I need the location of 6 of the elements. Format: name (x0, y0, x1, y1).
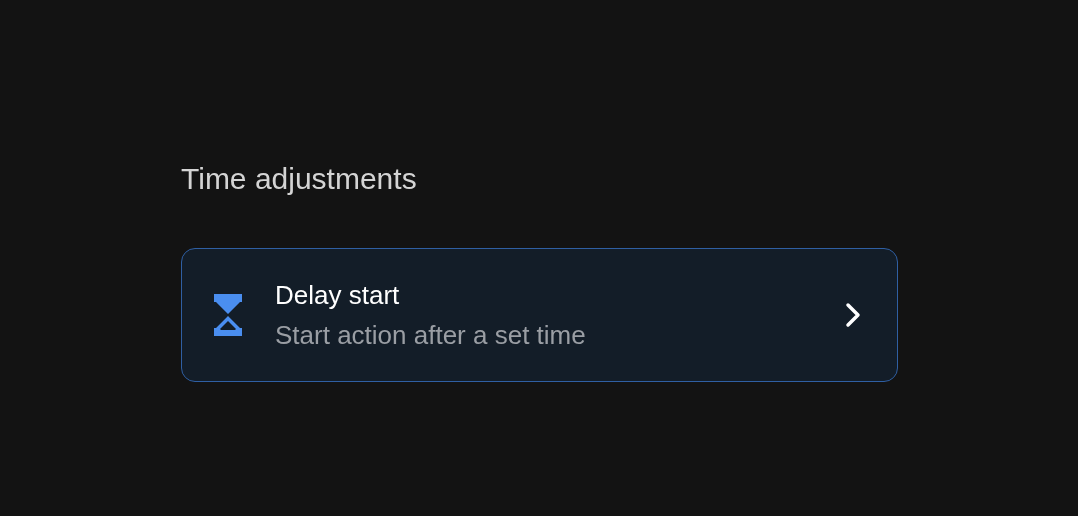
row-title: Delay start (275, 279, 400, 312)
section-title: Time adjustments (181, 161, 417, 197)
chevron-right-icon (845, 302, 861, 328)
row-subtitle: Start action after a set time (275, 319, 586, 352)
hourglass-icon (214, 294, 242, 336)
delay-start-row[interactable]: Delay start Start action after a set time (181, 248, 898, 382)
